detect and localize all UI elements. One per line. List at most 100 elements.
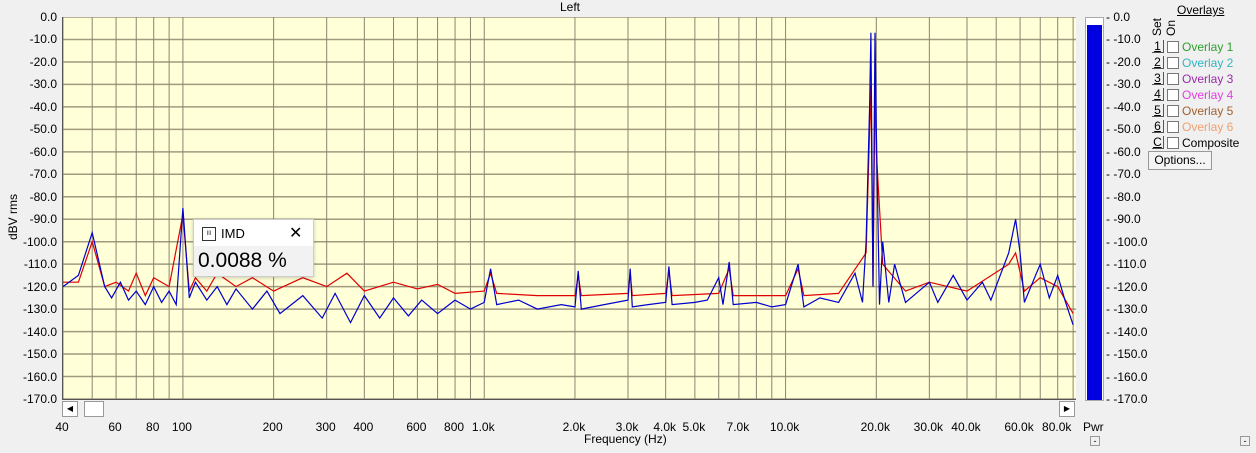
close-icon[interactable]: ✕ bbox=[289, 223, 302, 243]
overlay-label: Overlay 1 bbox=[1182, 39, 1234, 54]
series-line-1 bbox=[63, 32, 1074, 325]
meter-tick-label: - -160.0 bbox=[1106, 369, 1148, 384]
meter-label: Pwr bbox=[1083, 420, 1104, 434]
x-tick-label: 2.0k bbox=[562, 420, 586, 434]
overlay-label: Overlay 3 bbox=[1182, 71, 1234, 86]
meter-tick-label: - -170.0 bbox=[1106, 392, 1148, 406]
meter-tick-label: - -40.0 bbox=[1106, 99, 1141, 114]
meter-tick-label: - -130.0 bbox=[1106, 302, 1148, 317]
horizontal-scrollbar[interactable]: ◀ ▶ bbox=[62, 401, 1075, 417]
y-tick-label: -160.0 bbox=[22, 369, 57, 384]
overlay-set-button[interactable]: C bbox=[1152, 136, 1164, 149]
x-tick-label: 7.0k bbox=[726, 420, 750, 434]
meter-tick-value: -50.0 bbox=[1113, 122, 1141, 137]
meter-tick-value: -60.0 bbox=[1113, 144, 1141, 159]
meter-tick-label: - -120.0 bbox=[1106, 279, 1148, 294]
x-tick-label: 80.0k bbox=[1042, 420, 1072, 434]
overlay-set-button[interactable]: 5 bbox=[1152, 104, 1164, 117]
meter-tick-label: - -60.0 bbox=[1106, 144, 1141, 159]
overlays-title: Overlays bbox=[1177, 3, 1225, 17]
x-tick-label: 400 bbox=[353, 420, 374, 434]
y-tick-label: -80.0 bbox=[29, 189, 57, 204]
y-tick-label: -20.0 bbox=[29, 54, 57, 69]
meter-icon: ıı bbox=[202, 227, 216, 241]
overlay-set-button[interactable]: 2 bbox=[1152, 56, 1164, 69]
panel-resize-handle[interactable]: - bbox=[1240, 436, 1250, 446]
scroll-left-button[interactable]: ◀ bbox=[62, 401, 78, 417]
spectrum-plot[interactable] bbox=[62, 17, 1076, 400]
overlay-on-checkbox[interactable] bbox=[1167, 136, 1179, 149]
meter-tick-value: -120.0 bbox=[1113, 279, 1148, 294]
meter-tick-value: -170.0 bbox=[1113, 392, 1148, 406]
x-tick-label: 300 bbox=[315, 420, 336, 434]
meter-tick-value: -160.0 bbox=[1113, 369, 1148, 384]
y-tick-label: -130.0 bbox=[22, 302, 57, 317]
overlay-label: Overlay 5 bbox=[1182, 103, 1234, 118]
imd-value: 0.0088 % bbox=[194, 246, 313, 276]
meter-tick-value: 0.0 bbox=[1113, 10, 1131, 24]
power-meter bbox=[1085, 17, 1104, 401]
y-tick-label: -100.0 bbox=[22, 234, 57, 249]
x-tick-label: 800 bbox=[444, 420, 465, 434]
meter-tick-value: -30.0 bbox=[1113, 77, 1141, 92]
popup-title: IMD bbox=[221, 226, 245, 241]
overlay-on-checkbox[interactable] bbox=[1167, 72, 1179, 85]
on-column-label: On bbox=[1164, 19, 1178, 36]
options-button[interactable]: Options... bbox=[1148, 151, 1212, 170]
overlay-on-checkbox[interactable] bbox=[1167, 56, 1179, 69]
meter-tick-label: - -80.0 bbox=[1106, 189, 1141, 204]
overlay-on-checkbox[interactable] bbox=[1167, 88, 1179, 101]
overlay-on-checkbox[interactable] bbox=[1167, 40, 1179, 53]
scroll-right-button[interactable]: ▶ bbox=[1059, 401, 1075, 417]
x-tick-label: 100 bbox=[171, 420, 192, 434]
y-tick-label: -150.0 bbox=[22, 347, 57, 362]
scroll-thumb[interactable] bbox=[84, 401, 104, 417]
x-tick-label: 40 bbox=[55, 420, 69, 434]
overlay-row: 1 Overlay 1 bbox=[1152, 39, 1233, 54]
meter-tick-value: -10.0 bbox=[1113, 32, 1141, 47]
x-tick-label: 1.0k bbox=[471, 420, 495, 434]
meter-tick-label: - -140.0 bbox=[1106, 324, 1148, 339]
imd-popup: ıı IMD ✕ 0.0088 % bbox=[193, 219, 314, 277]
x-tick-label: 80 bbox=[146, 420, 160, 434]
y-tick-label: 0.0 bbox=[40, 10, 57, 24]
meter-resize-handle[interactable]: - bbox=[1090, 436, 1100, 446]
meter-tick-value: -140.0 bbox=[1113, 324, 1148, 339]
meter-tick-label: - -50.0 bbox=[1106, 122, 1141, 137]
x-tick-label: 30.0k bbox=[913, 420, 944, 434]
x-tick-label: 60 bbox=[108, 420, 122, 434]
x-tick-label: 40.0k bbox=[951, 420, 981, 434]
meter-tick-value: -130.0 bbox=[1113, 302, 1148, 317]
y-tick-label: -40.0 bbox=[29, 99, 57, 114]
overlay-set-button[interactable]: 6 bbox=[1152, 120, 1164, 133]
overlay-on-checkbox[interactable] bbox=[1167, 104, 1179, 117]
x-tick-label: 5.0k bbox=[682, 420, 706, 434]
y-tick-label: -140.0 bbox=[22, 324, 57, 339]
y-tick-label: -60.0 bbox=[29, 144, 57, 159]
meter-tick-label: - -110.0 bbox=[1106, 257, 1147, 272]
overlay-on-checkbox[interactable] bbox=[1167, 120, 1179, 133]
x-tick-label: 600 bbox=[406, 420, 427, 434]
spectrum-svg bbox=[63, 17, 1076, 399]
y-tick-label: -10.0 bbox=[29, 32, 57, 47]
overlay-set-button[interactable]: 3 bbox=[1152, 72, 1164, 85]
y-tick-label: -110.0 bbox=[23, 257, 57, 272]
meter-tick-label: - 0.0 bbox=[1106, 10, 1131, 24]
meter-tick-value: -40.0 bbox=[1113, 99, 1141, 114]
overlay-set-button[interactable]: 4 bbox=[1152, 88, 1164, 101]
overlay-row: 6 Overlay 6 bbox=[1152, 119, 1233, 134]
x-tick-label: 200 bbox=[262, 420, 283, 434]
meter-tick-value: -150.0 bbox=[1113, 347, 1148, 362]
y-tick-label: -120.0 bbox=[22, 279, 57, 294]
meter-tick-label: - -30.0 bbox=[1106, 77, 1141, 92]
y-tick-label: -170.0 bbox=[22, 392, 57, 406]
set-column-label: Set bbox=[1150, 17, 1164, 36]
overlay-label: Composite bbox=[1182, 135, 1240, 150]
meter-tick-value: -80.0 bbox=[1113, 189, 1141, 204]
y-tick-label: -90.0 bbox=[29, 212, 57, 227]
overlay-set-button[interactable]: 1 bbox=[1152, 40, 1164, 53]
overlay-label: Overlay 2 bbox=[1182, 55, 1234, 70]
meter-tick-value: -20.0 bbox=[1113, 54, 1141, 69]
y-tick-label: -50.0 bbox=[29, 122, 57, 137]
overlay-row: 5 Overlay 5 bbox=[1152, 103, 1233, 118]
